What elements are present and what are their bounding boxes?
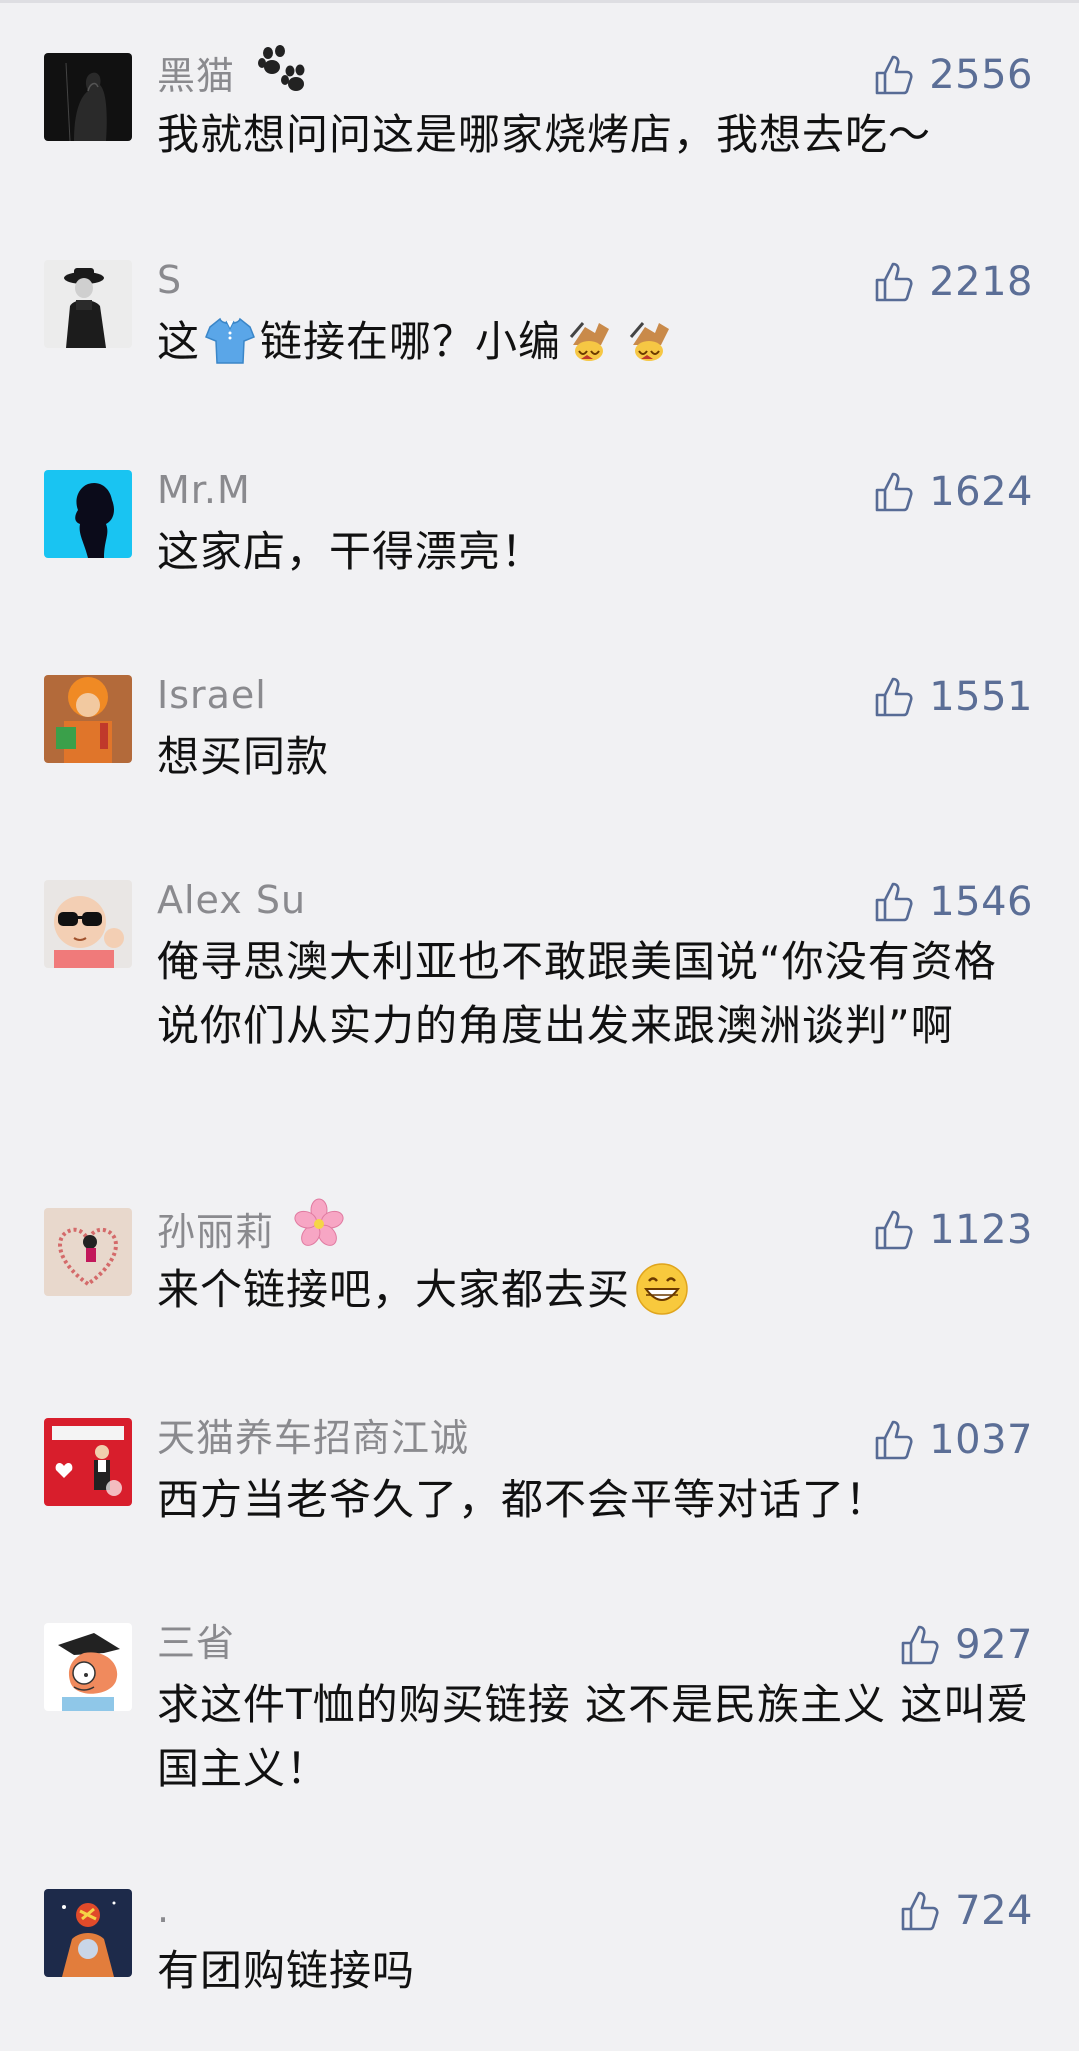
comment-text: 西方当老爷久了，都不会平等对话了！ xyxy=(157,1475,889,1524)
username[interactable]: Israel xyxy=(157,669,267,721)
kid-sunglasses-avatar-icon[interactable] xyxy=(44,880,132,968)
username[interactable]: . xyxy=(157,1883,170,1935)
username[interactable]: 孙丽莉 xyxy=(157,1198,345,1254)
username[interactable]: 三省 xyxy=(157,1617,235,1669)
black-cat-avatar-icon[interactable] xyxy=(44,53,132,141)
like-button[interactable]: 1546 xyxy=(871,876,1033,928)
like-button[interactable]: 2218 xyxy=(871,256,1033,308)
username[interactable]: 天猫养车招商江诚 xyxy=(157,1412,469,1464)
like-count: 724 xyxy=(955,1888,1033,1934)
thumbs-up-icon xyxy=(875,262,913,302)
like-count: 1546 xyxy=(929,879,1033,925)
comment-text: 俺寻思澳大利亚也不敢跟美国说“你没有资格说你们从实力的角度出发来跟澳洲谈判”啊 xyxy=(157,937,997,1050)
comment-text: 来个链接吧，大家都去买 xyxy=(157,1258,1037,1322)
thumbs-up-icon xyxy=(901,1891,939,1931)
silhouette-avatar-icon[interactable] xyxy=(44,470,132,558)
costume-avatar-icon[interactable] xyxy=(44,675,132,763)
like-button[interactable]: 927 xyxy=(897,1619,1033,1671)
like-count: 1551 xyxy=(929,674,1033,720)
applause-icon xyxy=(565,315,617,367)
event-photo-avatar-icon[interactable] xyxy=(44,1418,132,1506)
like-count: 1123 xyxy=(929,1207,1033,1253)
like-button[interactable]: 724 xyxy=(897,1885,1033,1937)
thumbs-up-icon xyxy=(875,882,913,922)
username[interactable]: Alex Su xyxy=(157,874,306,926)
username[interactable]: Mr.M xyxy=(157,464,251,516)
cartoon-avatar-icon[interactable] xyxy=(44,1623,132,1711)
comment-text: 想买同款 xyxy=(157,732,330,781)
thumbs-up-icon xyxy=(875,472,913,512)
like-count: 2218 xyxy=(929,259,1033,305)
paw-prints-icon xyxy=(254,43,308,106)
like-button[interactable]: 1624 xyxy=(871,466,1033,518)
username[interactable]: S xyxy=(157,254,182,306)
like-count: 1037 xyxy=(929,1417,1033,1463)
thumbs-up-icon xyxy=(875,677,913,717)
like-button[interactable]: 1551 xyxy=(871,671,1033,723)
grinning-face-icon xyxy=(634,1261,690,1317)
comment-text: 有团购链接吗 xyxy=(157,1946,416,1995)
like-button[interactable]: 2556 xyxy=(871,49,1033,101)
comment-text: 这链接在哪？小编 xyxy=(157,310,1037,374)
thumbs-up-icon xyxy=(901,1625,939,1665)
username[interactable]: 黑猫 xyxy=(157,45,308,99)
applause-icon xyxy=(625,315,677,367)
thumbs-up-icon xyxy=(875,55,913,95)
cherry-blossom-icon xyxy=(293,1198,345,1263)
like-count: 2556 xyxy=(929,52,1033,98)
tshirt-icon xyxy=(204,315,256,367)
man-in-hat-avatar-icon[interactable] xyxy=(44,260,132,348)
like-button[interactable]: 1037 xyxy=(871,1414,1033,1466)
astronaut-avatar-icon[interactable] xyxy=(44,1889,132,1977)
comment-list: 黑猫 2556 我就想问问这是哪家烧烤店，我想去吃～ S 2218 这 链接在哪… xyxy=(0,0,1079,2051)
like-button[interactable]: 1123 xyxy=(871,1204,1033,1256)
like-count: 1624 xyxy=(929,469,1033,515)
like-count: 927 xyxy=(955,1622,1033,1668)
comment-text: 这家店，干得漂亮！ xyxy=(157,527,545,576)
thumbs-up-icon xyxy=(875,1420,913,1460)
comment-text: 求这件T恤的购买链接 这不是民族主义 这叫爱国主义！ xyxy=(157,1680,1030,1793)
thumbs-up-icon xyxy=(875,1210,913,1250)
comment-text: 我就想问问这是哪家烧烤店，我想去吃～ xyxy=(157,110,932,159)
heart-photo-avatar-icon[interactable] xyxy=(44,1208,132,1296)
